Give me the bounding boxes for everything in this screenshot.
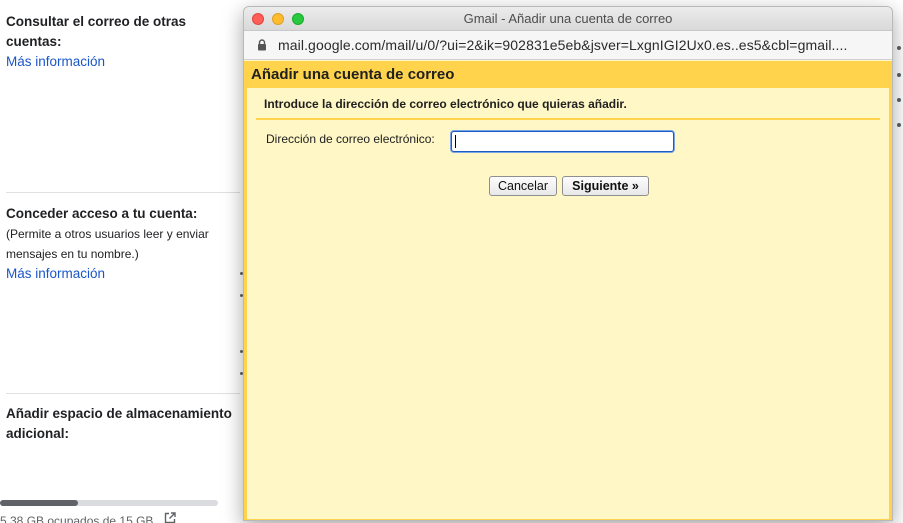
cancel-button[interactable]: Cancelar [489, 176, 557, 196]
radio-dot [897, 98, 901, 102]
radio-dot [897, 46, 901, 50]
section-heading: Consultar el correo de otras cuentas: [6, 14, 187, 49]
settings-section-storage: Añadir espacio de almacenamiento adicion… [6, 404, 238, 444]
lock-icon [258, 39, 266, 51]
url-text[interactable]: mail.google.com/mail/u/0/?ui=2&ik=902831… [278, 37, 848, 53]
more-info-link[interactable]: Más información [6, 52, 238, 72]
radio-dot [897, 123, 901, 127]
address-bar[interactable]: mail.google.com/mail/u/0/?ui=2&ik=902831… [244, 31, 892, 60]
dialog-title: Añadir una cuenta de correo [251, 66, 455, 83]
dialog-header: Añadir una cuenta de correo [244, 61, 892, 88]
section-heading: Conceder acceso a tu cuenta: [6, 206, 198, 221]
divider [256, 118, 880, 120]
storage-usage-fill [0, 500, 79, 506]
text-caret [455, 135, 456, 148]
radio-dot [897, 73, 901, 77]
instruction-text: Introduce la dirección de correo electró… [264, 97, 627, 111]
more-info-link[interactable]: Más información [6, 264, 238, 284]
email-field-label: Dirección de correo electrónico: [266, 132, 435, 146]
section-description: (Permite a otros usuarios leer y enviar … [6, 227, 209, 261]
popup-window: Gmail - Añadir una cuenta de correo mail… [243, 6, 893, 521]
page-right-edge [892, 0, 903, 523]
next-button[interactable]: Siguiente » [562, 176, 649, 196]
external-link-icon[interactable] [164, 512, 176, 523]
settings-section-check-mail: Consultar el correo de otras cuentas: Má… [6, 12, 238, 72]
settings-section-grant-access: Conceder acceso a tu cuenta: (Permite a … [6, 204, 238, 284]
dialog-body [244, 88, 892, 520]
window-title: Gmail - Añadir una cuenta de correo [463, 11, 673, 26]
divider [6, 393, 240, 394]
storage-usage-text: 5,38 GB ocupados de 15 GB [0, 514, 154, 523]
storage-usage-bar [0, 500, 218, 506]
window-titlebar[interactable]: Gmail - Añadir una cuenta de correo [244, 7, 892, 31]
section-heading: Añadir espacio de almacenamiento adicion… [6, 406, 232, 441]
divider [6, 192, 240, 193]
email-field[interactable] [451, 131, 674, 152]
